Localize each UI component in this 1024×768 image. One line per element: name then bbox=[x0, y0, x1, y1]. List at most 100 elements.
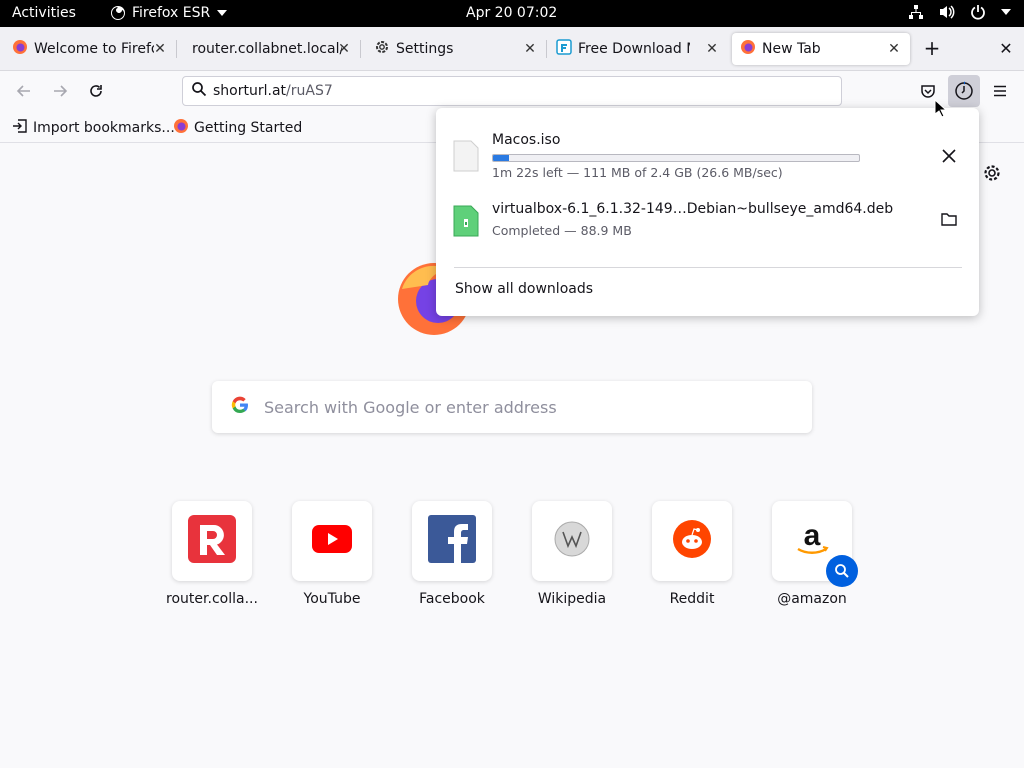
system-tray[interactable] bbox=[908, 4, 1012, 20]
archive-file-icon bbox=[453, 205, 479, 241]
amazon-icon: a bbox=[792, 519, 832, 563]
app-menu-label: Firefox ESR bbox=[132, 5, 211, 21]
arrow-left-icon bbox=[16, 85, 30, 97]
download-progress-icon bbox=[955, 81, 973, 100]
fdm-icon bbox=[556, 39, 572, 59]
router-icon bbox=[188, 515, 236, 567]
app-menu-button[interactable] bbox=[988, 79, 1012, 103]
bookmark-label: Import bookmarks... bbox=[33, 120, 175, 136]
top-site-tile[interactable] bbox=[172, 501, 252, 581]
tab-separator bbox=[546, 40, 547, 58]
top-site-tile[interactable] bbox=[652, 501, 732, 581]
url-path: /ruAS7 bbox=[286, 83, 333, 99]
close-icon[interactable]: ✕ bbox=[150, 39, 170, 59]
app-menu[interactable]: Firefox ESR bbox=[110, 5, 228, 21]
mouse-cursor-icon bbox=[934, 98, 948, 121]
close-icon[interactable]: ✕ bbox=[520, 39, 540, 59]
tab-label: Welcome to Firefox bbox=[34, 41, 154, 57]
power-icon[interactable] bbox=[970, 4, 986, 20]
top-site-label: @amazon bbox=[777, 591, 847, 607]
open-folder-button[interactable] bbox=[937, 207, 961, 231]
top-site-router[interactable]: router.colla... bbox=[162, 501, 262, 607]
top-site-label: Wikipedia bbox=[537, 591, 607, 607]
reload-icon bbox=[90, 85, 102, 97]
search-placeholder: Search with Google or enter address bbox=[264, 397, 557, 417]
divider bbox=[454, 267, 962, 268]
tab-label: New Tab bbox=[762, 41, 821, 57]
volume-icon[interactable] bbox=[938, 4, 956, 20]
folder-icon bbox=[941, 213, 957, 226]
tab-label: Settings bbox=[396, 41, 454, 57]
download-filename: virtualbox-6.1_6.1.32-149…Debian~bullsey… bbox=[492, 201, 894, 217]
download-status: 1m 22s left — 111 MB of 2.4 GB (26.6 MB/… bbox=[492, 165, 783, 180]
download-progress-fill bbox=[493, 155, 510, 161]
download-item-macos[interactable]: Macos.iso 1m 22s left — 111 MB of 2.4 GB… bbox=[436, 132, 979, 192]
top-site-label: YouTube bbox=[303, 591, 361, 607]
close-icon bbox=[942, 149, 956, 163]
search-shortcut-badge bbox=[826, 555, 858, 587]
firefox-icon bbox=[740, 39, 756, 59]
window-close-button[interactable]: ✕ bbox=[996, 37, 1016, 59]
firefox-icon bbox=[173, 118, 189, 138]
top-site-facebook[interactable]: Facebook bbox=[402, 501, 502, 607]
top-site-tile[interactable]: a bbox=[772, 501, 858, 587]
tab-new-tab[interactable]: New Tab ✕ bbox=[732, 33, 910, 65]
downloads-button[interactable] bbox=[948, 75, 980, 107]
top-site-label: Reddit bbox=[669, 591, 715, 607]
bookmark-import[interactable]: Import bookmarks... bbox=[12, 118, 175, 138]
system-top-bar: Activities Firefox ESR Apr 20 07:02 bbox=[0, 0, 1024, 27]
youtube-icon bbox=[312, 525, 352, 557]
file-icon bbox=[453, 140, 479, 176]
tab-welcome[interactable]: Welcome to Firefox ✕ bbox=[4, 33, 177, 65]
download-filename: Macos.iso bbox=[492, 132, 561, 148]
wikipedia-icon bbox=[554, 521, 590, 561]
cancel-download-button[interactable] bbox=[937, 144, 961, 168]
tab-separator bbox=[176, 40, 177, 58]
bookmark-label: Getting Started bbox=[194, 120, 303, 136]
url-host: shorturl.at bbox=[213, 83, 287, 99]
reload-button[interactable] bbox=[84, 79, 108, 103]
downloads-panel: Macos.iso 1m 22s left — 111 MB of 2.4 GB… bbox=[436, 108, 979, 316]
chevron-down-icon[interactable] bbox=[1000, 8, 1012, 16]
bookmark-getting-started[interactable]: Getting Started bbox=[173, 118, 302, 138]
show-all-downloads-button[interactable]: Show all downloads bbox=[455, 281, 593, 297]
top-site-youtube[interactable]: YouTube bbox=[282, 501, 382, 607]
svg-text:a: a bbox=[804, 519, 821, 552]
tab-free-download-manager[interactable]: Free Download Ma ✕ bbox=[548, 33, 728, 65]
tab-settings[interactable]: Settings ✕ bbox=[366, 33, 547, 65]
search-input[interactable]: Search with Google or enter address bbox=[212, 381, 812, 433]
download-progress-bar bbox=[492, 154, 860, 162]
gear-icon[interactable] bbox=[982, 163, 1002, 187]
reddit-icon bbox=[673, 520, 711, 562]
top-site-amazon[interactable]: a @amazon bbox=[762, 501, 862, 607]
top-site-tile[interactable] bbox=[532, 501, 612, 581]
top-site-tile[interactable] bbox=[292, 501, 372, 581]
top-site-wikipedia[interactable]: Wikipedia bbox=[522, 501, 622, 607]
facebook-icon bbox=[428, 515, 476, 567]
network-icon[interactable] bbox=[908, 4, 924, 20]
clock[interactable]: Apr 20 07:02 bbox=[466, 5, 557, 21]
tab-router[interactable]: router.collabnet.local/ ✕ bbox=[180, 33, 361, 65]
tab-strip: Welcome to Firefox ✕ router.collabnet.lo… bbox=[0, 27, 1024, 71]
close-icon[interactable]: ✕ bbox=[702, 39, 722, 59]
download-item-virtualbox[interactable]: virtualbox-6.1_6.1.32-149…Debian~bullsey… bbox=[436, 201, 979, 261]
back-button[interactable] bbox=[12, 79, 36, 103]
top-site-label: router.colla... bbox=[166, 591, 258, 607]
top-site-reddit[interactable]: Reddit bbox=[642, 501, 742, 607]
url-bar[interactable]: shorturl.at/ruAS7 bbox=[182, 76, 842, 106]
arrow-right-icon bbox=[54, 85, 68, 97]
forward-button[interactable] bbox=[48, 79, 72, 103]
chevron-down-icon bbox=[216, 9, 228, 17]
new-tab-button[interactable]: + bbox=[920, 36, 944, 60]
search-icon bbox=[191, 81, 207, 101]
tab-label: Free Download Ma bbox=[578, 41, 690, 57]
navigation-toolbar: shorturl.at/ruAS7 bbox=[0, 71, 1024, 111]
close-icon[interactable]: ✕ bbox=[334, 39, 354, 59]
gear-icon bbox=[374, 39, 390, 59]
close-icon[interactable]: ✕ bbox=[884, 39, 904, 59]
firefox-icon bbox=[12, 39, 28, 59]
hamburger-icon bbox=[994, 85, 1006, 97]
activities-button[interactable]: Activities bbox=[12, 5, 76, 21]
top-site-tile[interactable] bbox=[412, 501, 492, 581]
firefox-icon bbox=[110, 5, 126, 21]
